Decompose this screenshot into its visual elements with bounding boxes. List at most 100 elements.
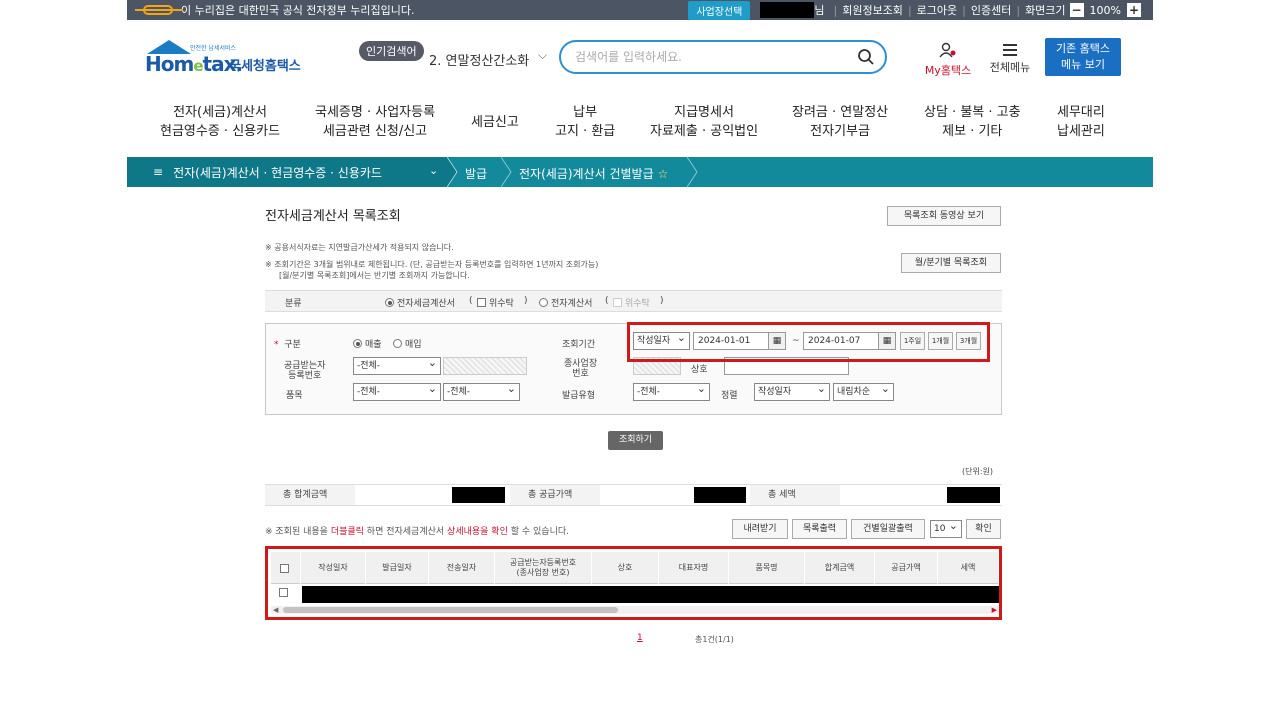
nav-consult[interactable]: 상담 · 불복 · 고충 제보 · 기타: [924, 103, 1021, 141]
note-1: ※ 공용서식자료는 지연발급가산세가 적용되지 않습니다.: [265, 243, 454, 252]
issue-type-label: 발급유형: [562, 391, 596, 401]
select-all-checkbox-cell[interactable]: [271, 552, 301, 584]
period-highlight-box: [627, 322, 990, 362]
col-supply-amount[interactable]: 공급가액: [875, 552, 938, 584]
user-suffix: 님: [814, 4, 825, 17]
search-input[interactable]: [575, 48, 845, 66]
sum-supply-label: 총 공급가액: [510, 485, 600, 505]
receiver-number-input: [443, 357, 527, 375]
myhometax-button[interactable]: My홈택스: [923, 42, 973, 78]
sum-row: 총 합계금액 총 공급가액 총 세액: [265, 484, 1002, 506]
download-button[interactable]: 내려받기: [732, 519, 788, 539]
breadcrumb-section[interactable]: ≡ 전자(세금)계산서 · 현금영수증 · 신용카드 ⌄: [127, 157, 447, 187]
col-issue-date[interactable]: 발급일자: [366, 552, 429, 584]
sort-label: 정렬: [721, 391, 738, 401]
classic-menu-button[interactable]: 기존 홈택스 메뉴 보기: [1045, 38, 1121, 76]
breadcrumb-divider-icon: [447, 157, 458, 187]
col-company[interactable]: 상호: [592, 552, 659, 584]
scroll-left-icon[interactable]: ◀: [273, 606, 278, 614]
col-item-name[interactable]: 품목명: [729, 552, 805, 584]
batch-print-button[interactable]: 건별일괄출력: [851, 519, 925, 539]
user-icon: [939, 42, 956, 58]
video-guide-button[interactable]: 목록조회 동영상 보기: [887, 206, 1001, 226]
all-menu-button[interactable]: 전체메뉴: [985, 42, 1035, 75]
kind-etax-radio[interactable]: 전자세금계산서: [385, 296, 455, 309]
kind-etax-consign-checkbox[interactable]: 위수탁: [477, 296, 514, 309]
nav-payment-statement[interactable]: 지급명세서 자료제출 · 공익법인: [650, 103, 758, 141]
col-total-amount[interactable]: 합계금액: [805, 552, 875, 584]
masked-total-amount: [452, 487, 505, 503]
member-info-link[interactable]: 회원정보조회: [842, 2, 903, 18]
scrollbar-thumb[interactable]: [283, 607, 618, 613]
zoom-in-button[interactable]: +: [1127, 3, 1141, 17]
result-grid: 작성일자 발급일자 전송일자 공급받는자등록번호 (종사업장 번호) 상호 대표…: [265, 546, 1002, 620]
nav-certificate[interactable]: 국세증명 · 사업자등록 세금관련 신청/신고: [315, 103, 435, 141]
favorite-star-icon[interactable]: ☆: [658, 167, 669, 181]
col-receiver-number[interactable]: 공급받는자등록번호 (종사업장 번호): [495, 552, 592, 584]
main-navigation: 전자(세금)계산서 현금영수증 · 신용카드 국세증명 · 사업자등록 세금관련 신…: [127, 86, 1153, 156]
type-label: * 구분: [274, 340, 301, 350]
nav-tax-report[interactable]: 세금신고: [471, 113, 519, 132]
unit-label: (단위:원): [962, 467, 994, 476]
purchase-radio[interactable]: 매입: [393, 337, 422, 350]
monthly-query-button[interactable]: 월/분기별 목록조회: [901, 253, 1001, 273]
row-checkbox[interactable]: [279, 588, 288, 597]
page-link-1[interactable]: 1: [637, 633, 643, 643]
kind-ebill-consign-checkbox: 위수탁: [613, 296, 650, 309]
breadcrumb: ≡ 전자(세금)계산서 · 현금영수증 · 신용카드 ⌄ 발급 전자(세금)계산…: [127, 157, 1153, 187]
query-button[interactable]: 조회하기: [608, 431, 663, 450]
masked-tax-amount: [947, 487, 1000, 503]
breadcrumb-divider-icon: [501, 157, 512, 187]
chevron-down-icon[interactable]: ⌵: [538, 48, 547, 63]
gov-emblem-icon: [135, 5, 183, 15]
help-text: ※ 조회된 내용을 더블클릭 하면 전자세금계산서 상세내용을 확인 할 수 있…: [265, 527, 569, 537]
confirm-button[interactable]: 확인: [966, 519, 1001, 539]
gov-notice[interactable]: 이 누리집은 대한민국 공식 전자정부 누리집입니다.: [181, 2, 415, 18]
zoom-out-button[interactable]: −: [1069, 3, 1084, 17]
page-size-select[interactable]: 10: [930, 518, 962, 538]
select-all-checkbox[interactable]: [279, 563, 289, 573]
hometax-logo[interactable]: 안전한 납세서비스 Hometax. 국세청홈택스: [145, 40, 310, 76]
popular-search-item[interactable]: 2. 연말정산간소화: [429, 50, 529, 69]
zoom-level: 100%: [1089, 3, 1121, 17]
col-tax[interactable]: 세액: [938, 552, 999, 584]
sales-radio[interactable]: 매출: [353, 337, 382, 350]
cert-center-link[interactable]: 인증센터: [971, 2, 1011, 18]
nav-etax[interactable]: 전자(세금)계산서 현금영수증 · 신용카드: [160, 103, 280, 141]
issue-type-select[interactable]: -전체-: [633, 381, 710, 401]
breadcrumb-divider-icon: [687, 157, 698, 187]
nav-payment[interactable]: 납부 고지 · 환급: [555, 103, 615, 141]
item-select-2[interactable]: -전체-: [443, 381, 520, 401]
col-write-date[interactable]: 작성일자: [301, 552, 366, 584]
item-label: 품목: [286, 391, 303, 401]
gov-top-bar: 이 누리집은 대한민국 공식 전자정부 누리집입니다. 사업장선택 님 | 회원…: [127, 0, 1153, 20]
receiver-select[interactable]: -전체-: [353, 355, 441, 375]
kind-ebill-radio[interactable]: 전자계산서: [539, 296, 592, 309]
hometax-page: 이 누리집은 대한민국 공식 전자정부 누리집입니다. 사업장선택 님 | 회원…: [0, 0, 1280, 720]
kind-row: 분류 전자세금계산서 ( 위수탁 ) 전자계산서 ( 위수탁 ): [265, 290, 1002, 312]
search-icon[interactable]: [857, 48, 875, 66]
breadcrumb-issue[interactable]: 발급: [465, 165, 487, 182]
popular-search-tag: 인기검색어: [359, 41, 424, 61]
masked-user-name: [760, 2, 815, 18]
sum-tax-label: 총 세액: [750, 485, 840, 505]
sort-order-select[interactable]: 내림차순: [833, 381, 894, 401]
logout-link[interactable]: 로그아웃: [917, 2, 957, 18]
horizontal-scrollbar[interactable]: ◀ ▶: [271, 606, 999, 614]
receiver-label: 공급받는자 등록번호: [284, 361, 326, 381]
nav-tax-agent[interactable]: 세무대리 납세관리: [1057, 103, 1105, 141]
nav-incentive[interactable]: 장려금 · 연말정산 전자기부금: [792, 103, 888, 141]
screen-size-label: 화면크기: [1025, 4, 1066, 17]
item-select-1[interactable]: -전체-: [353, 381, 441, 401]
scroll-right-icon[interactable]: ▶: [992, 606, 997, 614]
masked-result-row[interactable]: [302, 586, 999, 603]
search-box: [559, 40, 887, 74]
sort-field-select[interactable]: 작성일자: [754, 381, 830, 401]
col-representative[interactable]: 대표자명: [659, 552, 729, 584]
masked-supply-amount: [694, 487, 746, 503]
col-send-date[interactable]: 전송일자: [429, 552, 495, 584]
note-2: ※ 조회기간은 3개월 범위내로 제한됩니다. (단, 공급받는자 등록번호를 …: [265, 260, 599, 269]
business-select-button[interactable]: 사업장선택: [688, 0, 751, 20]
breadcrumb-current[interactable]: 전자(세금)계산서 건별발급 ☆: [519, 165, 668, 182]
list-print-button[interactable]: 목록출력: [792, 519, 847, 539]
